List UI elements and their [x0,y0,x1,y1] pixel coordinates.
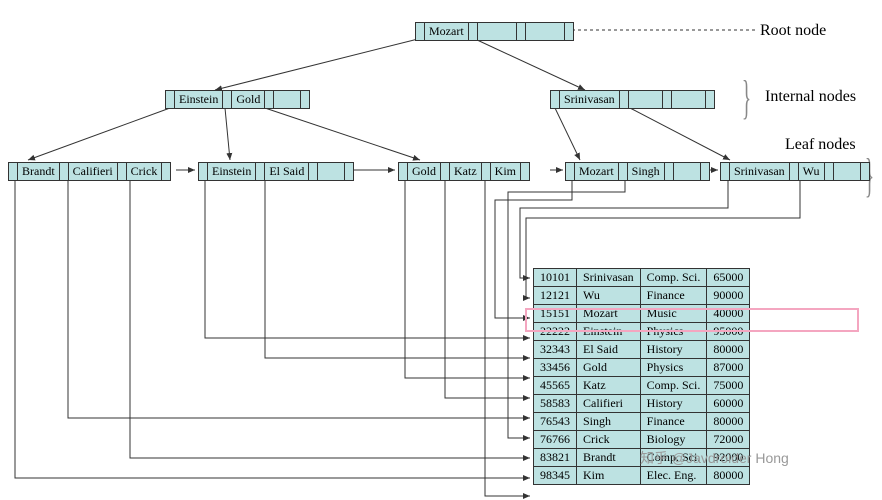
internal-key: Srinivasan [560,91,620,108]
table-cell: Gold [577,359,641,377]
leaf-key: Brandt [18,163,60,180]
table-row: 98345KimElec. Eng.80000 [534,467,750,485]
table-cell: 33456 [534,359,577,377]
table-cell: Finance [640,287,707,305]
table-cell: Biology [640,431,707,449]
table-row: 45565KatzComp. Sci.75000 [534,377,750,395]
root-key: Mozart [425,23,469,40]
table-cell: 72000 [707,431,750,449]
table-cell: 58583 [534,395,577,413]
table-cell: 60000 [707,395,750,413]
leaf-key: Singh [628,163,665,180]
table-cell: 15151 [534,305,577,323]
table-row: 33456GoldPhysics87000 [534,359,750,377]
leaf-node: Srinivasan Wu [720,162,870,181]
table-cell: 87000 [707,359,750,377]
table-cell: Mozart [577,305,641,323]
table-row: 12121WuFinance90000 [534,287,750,305]
table-cell: Crick [577,431,641,449]
table-cell: History [640,341,707,359]
table-cell: 76543 [534,413,577,431]
leaf-nodes-label: Leaf nodes [785,136,856,154]
leaf-key: Mozart [575,163,619,180]
leaf-key: Srinivasan [730,163,790,180]
table-cell: Kim [577,467,641,485]
brace-icon: } [742,70,751,125]
table-row: 32343El SaidHistory80000 [534,341,750,359]
leaf-key: Kim [491,163,521,180]
table-cell: Physics [640,359,707,377]
internal-key: Einstein [175,91,223,108]
table-row: 15151MozartMusic40000 [534,305,750,323]
leaf-key: El Said [265,163,309,180]
table-cell: 10101 [534,269,577,287]
internal-key: Gold [232,91,265,108]
table-cell: 95000 [707,323,750,341]
internal-nodes-label: Internal nodes [765,88,856,106]
leaf-node: Mozart Singh [565,162,710,181]
leaf-key: Califieri [69,163,118,180]
root-node-label: Root node [760,22,826,40]
table-cell: 12121 [534,287,577,305]
leaf-key: Einstein [208,163,256,180]
table-cell: 40000 [707,305,750,323]
table-cell: Comp. Sci. [640,377,707,395]
table-cell: 83821 [534,449,577,467]
table-cell: Srinivasan [577,269,641,287]
table-row: 76766CrickBiology72000 [534,431,750,449]
table-cell: 45565 [534,377,577,395]
table-cell: Califieri [577,395,641,413]
watermark-text: 知乎 @Javdroider Hong [640,448,789,468]
leaf-key: Crick [127,163,163,180]
table-cell: El Said [577,341,641,359]
leaf-key: Wu [799,163,825,180]
table-cell: Physics [640,323,707,341]
internal-node: Einstein Gold [165,90,310,109]
table-cell: 80000 [707,467,750,485]
table-cell: 65000 [707,269,750,287]
table-row: 58583CalifieriHistory60000 [534,395,750,413]
table-cell: 32343 [534,341,577,359]
table-cell: 98345 [534,467,577,485]
leaf-node: Einstein El Said [198,162,354,181]
table-cell: Singh [577,413,641,431]
leaf-node: Brandt Califieri Crick [8,162,171,181]
table-cell: 80000 [707,341,750,359]
leaf-node: Gold Katz Kim [398,162,530,181]
table-cell: Music [640,305,707,323]
table-cell: 80000 [707,413,750,431]
table-cell: 22222 [534,323,577,341]
table-cell: Wu [577,287,641,305]
table-cell: Comp. Sci. [640,269,707,287]
table-cell: 76766 [534,431,577,449]
table-cell: 90000 [707,287,750,305]
table-row: 76543SinghFinance80000 [534,413,750,431]
leaf-key: Gold [408,163,441,180]
root-node: Mozart [415,22,574,41]
table-row: 22222EinsteinPhysics95000 [534,323,750,341]
table-cell: History [640,395,707,413]
table-cell: Einstein [577,323,641,341]
leaf-key: Katz [450,163,482,180]
table-cell: Finance [640,413,707,431]
table-cell: 75000 [707,377,750,395]
table-cell: Brandt [577,449,641,467]
table-cell: Katz [577,377,641,395]
table-cell: Elec. Eng. [640,467,707,485]
table-row: 10101SrinivasanComp. Sci.65000 [534,269,750,287]
internal-node: Srinivasan [550,90,715,109]
